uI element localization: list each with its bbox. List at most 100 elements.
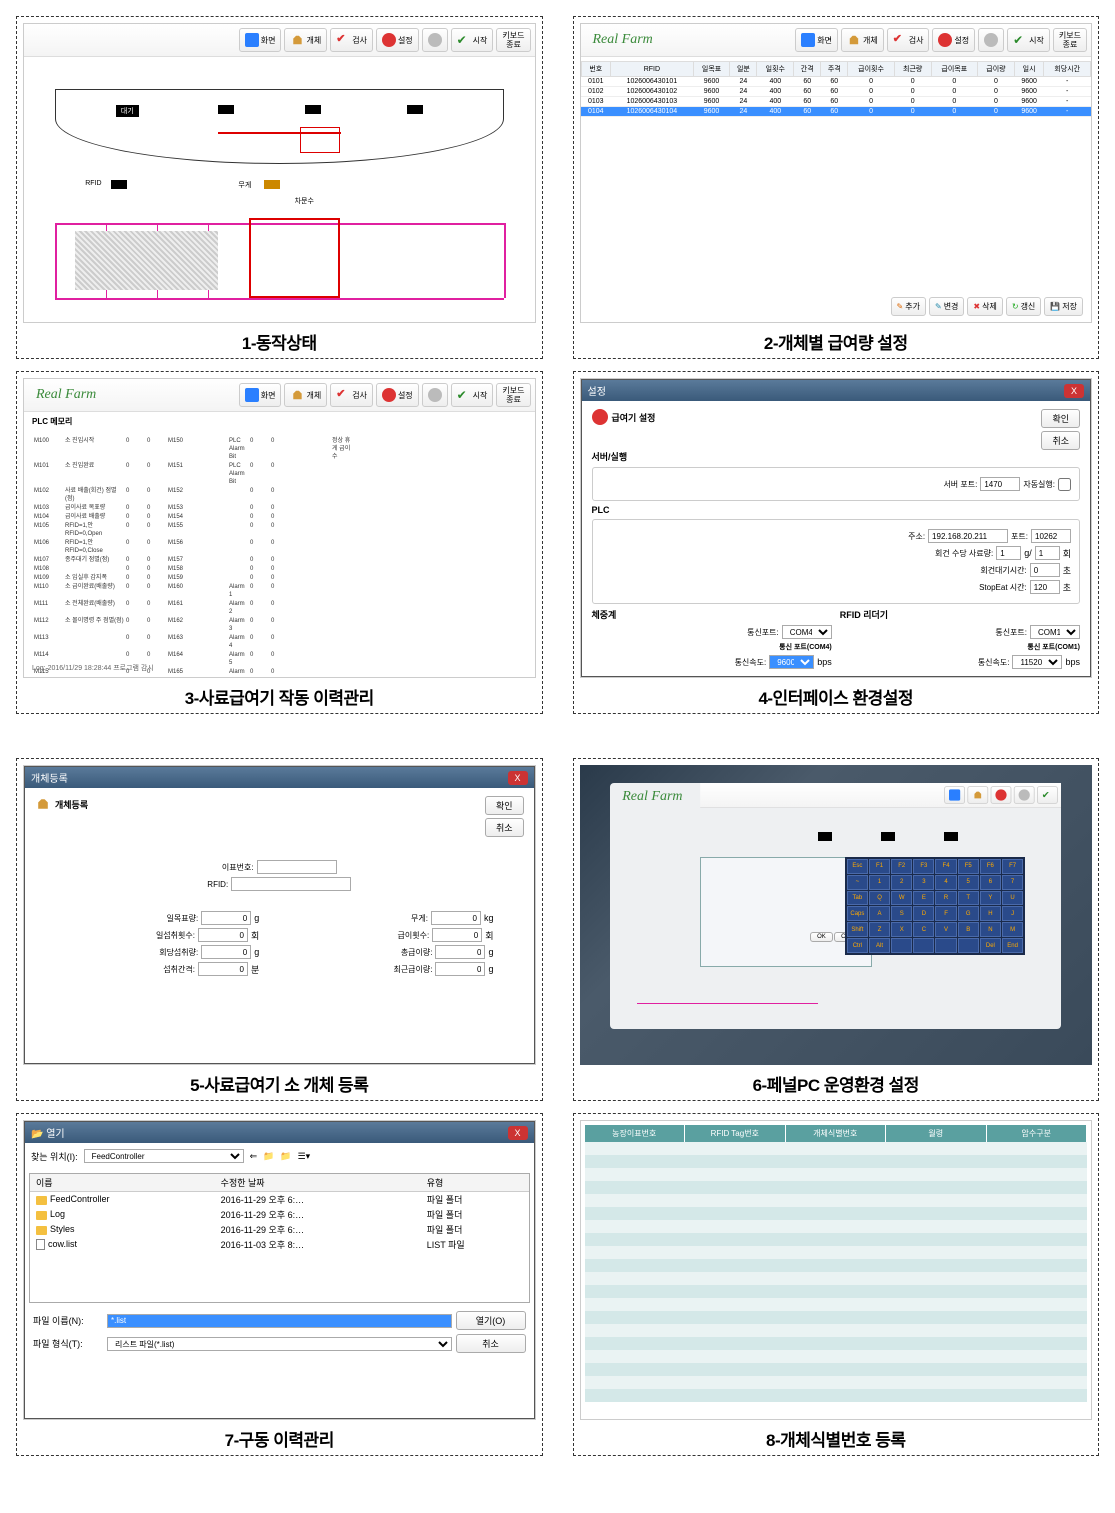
key[interactable]: Q xyxy=(869,891,890,906)
table-row[interactable] xyxy=(585,1285,1088,1298)
scale-port-select[interactable]: COM4 xyxy=(782,625,832,639)
table-row[interactable] xyxy=(585,1272,1088,1285)
new-folder-icon[interactable]: 📁 xyxy=(280,1151,291,1162)
key[interactable]: Del xyxy=(980,938,1001,953)
check-button[interactable]: ✔검사 xyxy=(330,383,373,407)
open-button[interactable]: 열기(O) xyxy=(456,1311,526,1330)
tot-input[interactable] xyxy=(435,945,485,959)
table-row[interactable] xyxy=(585,1389,1088,1402)
cancel-button[interactable]: 취소 xyxy=(485,818,524,837)
table-row[interactable] xyxy=(585,1324,1088,1337)
key[interactable]: 6 xyxy=(980,875,1001,890)
tag-input[interactable] xyxy=(257,860,337,874)
key[interactable]: F4 xyxy=(935,859,956,874)
start-button[interactable]: ✔시작 xyxy=(1007,28,1050,52)
key[interactable]: S xyxy=(891,906,912,921)
file-list[interactable]: 이름수정한 날짜유형 FeedController2016-11-29 오후 6… xyxy=(29,1173,530,1303)
key[interactable]: T xyxy=(958,891,979,906)
key[interactable]: E xyxy=(913,891,934,906)
entity-button[interactable]: 개체 xyxy=(284,383,327,407)
keyboard-button[interactable]: 키보드종료 xyxy=(496,383,530,407)
key[interactable]: R xyxy=(935,891,956,906)
add-button[interactable]: ✎추가 xyxy=(891,297,926,316)
key[interactable]: 4 xyxy=(935,875,956,890)
per-cnt-input[interactable] xyxy=(1035,546,1060,560)
goal-input[interactable] xyxy=(201,911,251,925)
key[interactable]: M xyxy=(1002,922,1023,937)
key[interactable]: 3 xyxy=(913,875,934,890)
auto-checkbox[interactable] xyxy=(1058,478,1071,491)
user-button[interactable] xyxy=(422,383,448,407)
key[interactable]: X xyxy=(891,922,912,937)
key[interactable]: F6 xyxy=(980,859,1001,874)
key[interactable]: D xyxy=(913,906,934,921)
start-button[interactable]: ✔시작 xyxy=(451,28,494,52)
key[interactable]: Caps xyxy=(847,906,868,921)
b[interactable]: ✔ xyxy=(1037,786,1058,804)
table-row[interactable] xyxy=(585,1350,1088,1363)
key[interactable]: H xyxy=(980,906,1001,921)
b[interactable] xyxy=(944,786,965,804)
up-icon[interactable]: 📁 xyxy=(263,1151,274,1162)
stop-input[interactable] xyxy=(1030,580,1060,594)
key[interactable]: Esc xyxy=(847,859,868,874)
cancel-button[interactable]: 취소 xyxy=(456,1334,526,1353)
table-row[interactable] xyxy=(585,1142,1088,1155)
close-icon[interactable]: X xyxy=(508,771,528,785)
delete-button[interactable]: ✖삭제 xyxy=(967,297,1002,316)
entity-button[interactable]: 개체 xyxy=(841,28,884,52)
table-row[interactable] xyxy=(585,1220,1088,1233)
settings-button[interactable]: 설정 xyxy=(932,28,975,52)
key[interactable]: V xyxy=(935,922,956,937)
key[interactable]: Shift xyxy=(847,922,868,937)
file-row[interactable]: Styles2016-11-29 오후 6:…파일 폴더 xyxy=(30,1222,529,1237)
file-row[interactable]: Log2016-11-29 오후 6:…파일 폴더 xyxy=(30,1207,529,1222)
close-icon[interactable]: X xyxy=(1064,384,1084,398)
server-port-input[interactable] xyxy=(980,477,1020,491)
file-row[interactable]: cow.list2016-11-03 오후 8:…LIST 파일 xyxy=(30,1237,529,1252)
key[interactable] xyxy=(935,938,956,953)
wt-input[interactable] xyxy=(431,911,481,925)
key[interactable]: F1 xyxy=(869,859,890,874)
key[interactable]: End xyxy=(1002,938,1023,953)
table-row[interactable]: 01031026006430103960024400606000009600- xyxy=(581,97,1091,107)
key[interactable]: 7 xyxy=(1002,875,1023,890)
table-row[interactable] xyxy=(585,1311,1088,1324)
file-row[interactable]: FeedController2016-11-29 오후 6:…파일 폴더 xyxy=(30,1192,529,1208)
cancel-button[interactable]: 취소 xyxy=(1041,431,1080,450)
screen-button[interactable]: 화면 xyxy=(239,28,282,52)
popup-ok-button[interactable]: OK xyxy=(810,932,833,942)
table-row[interactable]: 01021026006430102960024400606000009600- xyxy=(581,87,1091,97)
table-row[interactable] xyxy=(585,1155,1088,1168)
key[interactable] xyxy=(958,938,979,953)
close-icon[interactable]: X xyxy=(508,1126,528,1140)
key[interactable]: F5 xyxy=(958,859,979,874)
key[interactable]: Tab xyxy=(847,891,868,906)
check-button[interactable]: ✔검사 xyxy=(887,28,930,52)
key[interactable]: F2 xyxy=(891,859,912,874)
key[interactable]: Ctrl xyxy=(847,938,868,953)
wait-input[interactable] xyxy=(1030,563,1060,577)
table-row[interactable] xyxy=(585,1233,1088,1246)
table-row[interactable] xyxy=(585,1363,1088,1376)
table-row[interactable] xyxy=(585,1168,1088,1181)
filetype-select[interactable]: 리스트 파일(*.list) xyxy=(107,1337,452,1351)
check-button[interactable]: ✔검사 xyxy=(330,28,373,52)
per-input[interactable] xyxy=(201,945,251,959)
entity-button[interactable]: 개체 xyxy=(284,28,327,52)
table-row[interactable]: 01011026006430101960024400606000009600- xyxy=(581,77,1091,87)
int-input[interactable] xyxy=(198,962,248,976)
port-input[interactable] xyxy=(1031,529,1071,543)
settings-button[interactable]: 설정 xyxy=(376,383,419,407)
table-row[interactable] xyxy=(585,1181,1088,1194)
table-row[interactable] xyxy=(585,1337,1088,1350)
table-row[interactable] xyxy=(585,1376,1088,1389)
screen-button[interactable]: 화면 xyxy=(795,28,838,52)
rfid-port-select[interactable]: COM1 xyxy=(1030,625,1080,639)
key[interactable]: W xyxy=(891,891,912,906)
key[interactable]: C xyxy=(913,922,934,937)
table-row[interactable] xyxy=(585,1259,1088,1272)
key[interactable]: ~ xyxy=(847,875,868,890)
scale-baud-select[interactable]: 9600 xyxy=(769,655,814,669)
addr-input[interactable] xyxy=(928,529,1008,543)
